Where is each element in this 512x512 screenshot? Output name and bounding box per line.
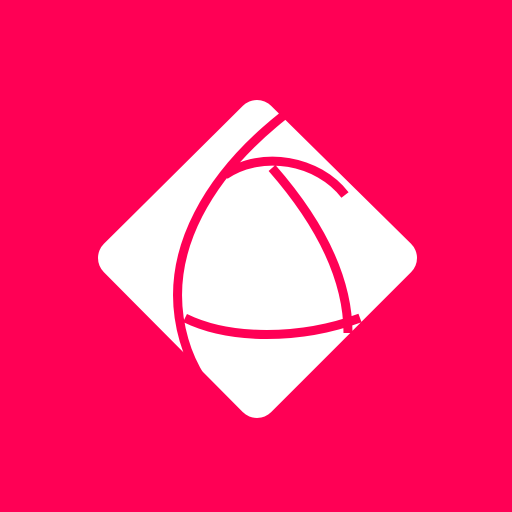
app-icon	[0, 0, 512, 512]
app-logo-icon	[0, 0, 512, 512]
